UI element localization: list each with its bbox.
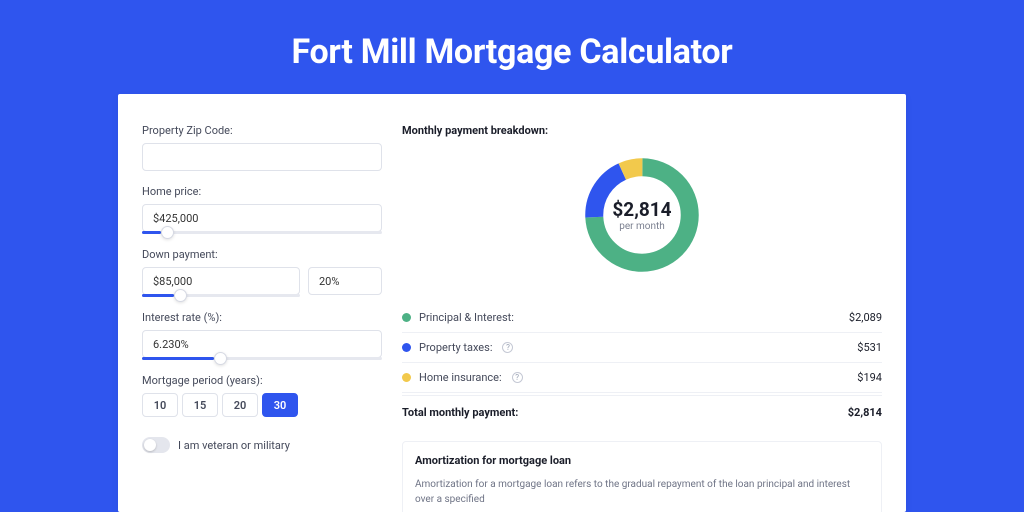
slider-thumb[interactable] [174, 289, 187, 302]
veteran-label: I am veteran or military [178, 439, 290, 452]
home-price-group: Home price: [142, 185, 382, 234]
down-payment-group: Down payment: [142, 248, 382, 297]
legend-label: Property taxes: [419, 341, 492, 354]
zip-input[interactable] [142, 143, 382, 171]
total-row: Total monthly payment: $2,814 [402, 395, 882, 435]
legend-dot [402, 313, 411, 322]
donut-center: $2,814 per month [612, 198, 671, 232]
donut-amount: $2,814 [612, 198, 671, 221]
calculator-card: Property Zip Code: Home price: Down paym… [118, 94, 906, 512]
interest-rate-input[interactable] [142, 330, 382, 358]
amortization-box: Amortization for mortgage loan Amortizat… [402, 441, 882, 512]
donut-sub: per month [612, 221, 671, 232]
amortization-body: Amortization for a mortgage loan refers … [415, 477, 869, 507]
slider-thumb[interactable] [214, 352, 227, 365]
mortgage-period-option-10[interactable]: 10 [142, 393, 178, 417]
amortization-title: Amortization for mortgage loan [415, 454, 869, 467]
legend-row-insurance: Home insurance: ? $194 [402, 363, 882, 393]
home-price-slider[interactable] [142, 231, 382, 234]
legend-row-principal: Principal & Interest: $2,089 [402, 303, 882, 333]
zip-group: Property Zip Code: [142, 124, 382, 171]
down-payment-percent-input[interactable] [308, 267, 382, 295]
mortgage-period-option-30[interactable]: 30 [262, 393, 298, 417]
mortgage-period-group: Mortgage period (years): 10 15 20 30 [142, 374, 382, 417]
help-icon[interactable]: ? [502, 342, 513, 353]
breakdown-panel: Monthly payment breakdown: $2,814 per mo… [402, 124, 882, 512]
toggle-knob [144, 439, 156, 451]
mortgage-period-label: Mortgage period (years): [142, 374, 382, 387]
legend-value: $2,089 [849, 311, 882, 324]
legend-row-taxes: Property taxes: ? $531 [402, 333, 882, 363]
mortgage-period-option-15[interactable]: 15 [182, 393, 218, 417]
interest-rate-slider[interactable] [142, 357, 382, 360]
interest-rate-group: Interest rate (%): [142, 311, 382, 360]
legend-dot [402, 343, 411, 352]
zip-label: Property Zip Code: [142, 124, 382, 137]
total-value: $2,814 [848, 406, 882, 419]
down-payment-amount-input[interactable] [142, 267, 300, 295]
form-panel: Property Zip Code: Home price: Down paym… [142, 124, 382, 512]
legend-label: Home insurance: [419, 371, 502, 384]
legend-value: $531 [857, 341, 882, 354]
home-price-input[interactable] [142, 204, 382, 232]
down-payment-label: Down payment: [142, 248, 382, 261]
down-payment-slider[interactable] [142, 294, 300, 297]
legend-value: $194 [857, 371, 882, 384]
veteran-row: I am veteran or military [142, 437, 382, 453]
slider-thumb[interactable] [161, 226, 174, 239]
donut-chart: $2,814 per month [402, 145, 882, 285]
mortgage-period-option-20[interactable]: 20 [222, 393, 258, 417]
total-label: Total monthly payment: [402, 406, 518, 419]
legend-dot [402, 373, 411, 382]
interest-rate-label: Interest rate (%): [142, 311, 382, 324]
page-title: Fort Mill Mortgage Calculator [292, 32, 733, 72]
veteran-toggle[interactable] [142, 437, 170, 453]
mortgage-period-options: 10 15 20 30 [142, 393, 382, 417]
help-icon[interactable]: ? [512, 372, 523, 383]
legend-label: Principal & Interest: [419, 311, 514, 324]
home-price-label: Home price: [142, 185, 382, 198]
breakdown-title: Monthly payment breakdown: [402, 124, 882, 137]
